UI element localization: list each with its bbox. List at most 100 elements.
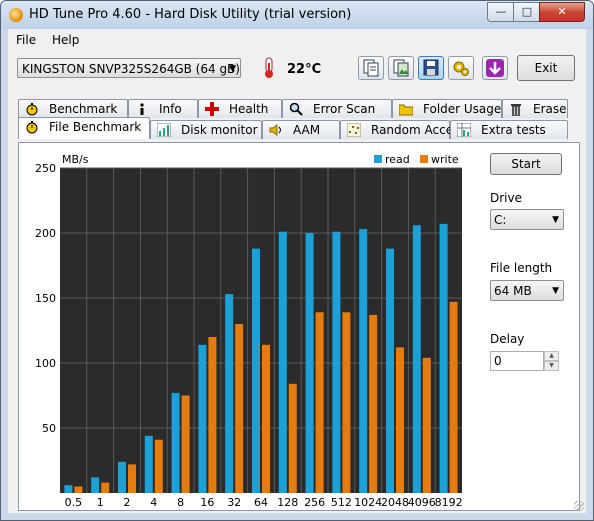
tab-label: Erase [533,102,567,116]
spin-up-button[interactable]: ▲ [544,351,559,361]
scatter-icon [347,123,361,137]
speaker-icon [269,124,281,136]
tab-random-access[interactable]: Random Access [340,120,466,139]
menu-file[interactable]: File [16,33,36,47]
start-button[interactable]: Start [490,153,562,175]
copy-icon [363,59,379,77]
x-tick-label: 1 [97,496,104,506]
write-bar [315,312,324,493]
options-button[interactable] [448,56,474,80]
tab-aam[interactable]: AAM [262,120,340,139]
gears-icon [453,61,469,76]
download-button[interactable] [482,56,508,80]
copy-screenshot-button[interactable] [388,56,414,80]
x-tick-label: 8 [177,496,184,506]
read-bar [225,294,234,493]
trash-icon [511,104,521,116]
x-tick-label: 32 [227,496,241,506]
y-axis-label: MB/s [62,153,89,166]
minimize-button[interactable]: — [487,2,515,22]
y-tick-label: 50 [42,422,56,435]
read-bar [91,477,100,493]
x-tick-label: 512 [331,496,352,506]
tab-extra-tests[interactable]: Extra tests [450,120,568,139]
x-tick-label: 4096 [408,496,436,506]
file-length-label: File length [490,261,553,275]
tab-folder-usage[interactable]: Folder Usage [392,99,502,118]
tab-label: AAM [293,123,321,137]
write-bar [235,324,244,493]
read-bar [278,231,287,493]
tab-label: Error Scan [313,102,376,116]
drive-combo[interactable]: C: ▼ [490,209,564,230]
copy-image-icon [393,59,409,77]
read-bar [386,248,394,493]
write-bar [369,314,378,493]
delay-input[interactable]: 0 [490,351,544,371]
read-bar [252,248,260,493]
legend-swatch-read [374,155,382,163]
magnifier-icon [289,102,303,116]
tab-error-scan[interactable]: Error Scan [282,99,392,118]
drive-select[interactable]: KINGSTON SNVP325S264GB (64 gB) ▼ [17,58,241,78]
chevron-down-icon: ▼ [229,64,236,74]
tab-label: Health [229,102,269,116]
read-bar [118,461,126,493]
thermometer-icon [265,57,273,78]
copy-text-button[interactable] [358,56,384,80]
tab-disk-monitor[interactable]: Disk monitor [150,120,262,139]
tab-erase[interactable]: Erase [502,99,568,118]
write-bar [101,482,110,493]
y-tick-label: 100 [35,357,56,370]
write-bar [208,337,217,493]
legend-label-write: write [431,153,459,166]
info-icon [140,103,144,115]
y-tick-label: 250 [35,162,56,175]
write-bar [154,439,163,493]
read-bar [305,233,314,493]
x-tick-label: 2048 [381,496,409,506]
write-bar [422,357,431,493]
app-window: HD Tune Pro 4.60 - Hard Disk Utility (tr… [0,0,594,521]
title-bar[interactable]: HD Tune Pro 4.60 - Hard Disk Utility (tr… [1,1,593,29]
exit-button[interactable]: Exit [517,55,575,81]
resize-grip[interactable] [574,501,584,511]
write-bar [342,312,351,493]
tab-label: File Benchmark [49,120,142,134]
tab-file-benchmark[interactable]: File Benchmark [18,117,150,139]
client-area: File Help KINGSTON SNVP325S264GB (64 gB)… [8,29,586,513]
read-bar [332,231,341,493]
read-bar [412,225,421,493]
app-icon [9,8,23,22]
x-tick-label: 0.5 [65,496,83,506]
read-bar [64,485,73,493]
save-button[interactable] [418,56,444,80]
tab-health[interactable]: Health [198,99,282,118]
spin-down-button[interactable]: ▼ [544,361,559,371]
delay-label: Delay [490,332,525,346]
x-tick-label: 8192 [435,496,462,506]
write-bar [74,486,83,493]
tab-info[interactable]: Info [128,99,198,118]
health-cross-icon [205,102,219,116]
window-title: HD Tune Pro 4.60 - Hard Disk Utility (tr… [29,7,352,22]
toolbar: KINGSTON SNVP325S264GB (64 gB) ▼ 22°C Ex… [8,51,586,95]
tab-benchmark[interactable]: Benchmark [18,99,128,118]
file-length-combo[interactable]: 64 MB ▼ [490,280,564,301]
stopwatch-icon [26,121,38,134]
drive-select-value: KINGSTON SNVP325S264GB (64 gB) [22,62,240,76]
menu-help[interactable]: Help [52,33,79,47]
x-tick-label: 64 [254,496,268,506]
read-bar [144,435,153,493]
chevron-down-icon: ▼ [552,286,559,296]
tab-label: Folder Usage [423,102,502,116]
table-icon [457,123,471,137]
write-bar [181,395,190,493]
y-tick-label: 200 [35,227,56,240]
write-bar [128,464,136,493]
read-bar [359,229,368,493]
y-tick-label: 150 [35,292,56,305]
maximize-button[interactable]: □ [513,2,541,22]
legend-swatch-write [420,155,428,163]
close-button[interactable]: ✕ [539,2,585,22]
